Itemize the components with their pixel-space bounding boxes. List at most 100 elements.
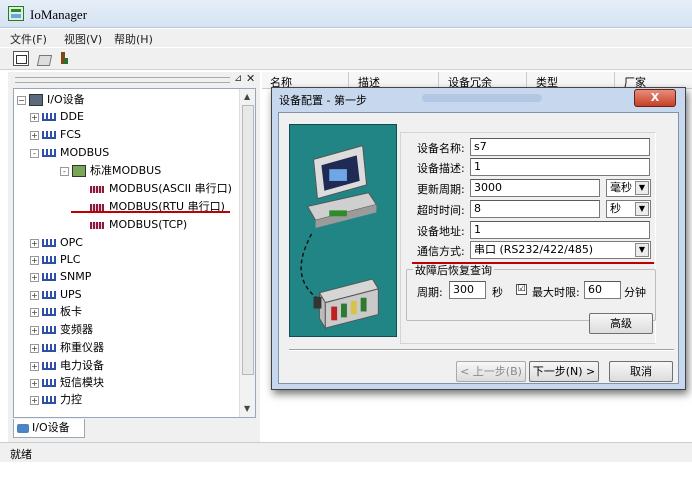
tree-item[interactable]: + DDE (30, 109, 84, 125)
dropdown-arrow-icon[interactable]: ▼ (635, 202, 649, 216)
comm-mode-select[interactable]: 串口 (RS232/422/485) ▼ (470, 241, 651, 259)
copy-icon[interactable] (36, 51, 52, 66)
device-group-icon (42, 379, 56, 387)
device-address-label: 设备地址: (417, 225, 465, 238)
cycle-field[interactable]: 300 (449, 281, 486, 299)
expand-icon[interactable]: + (30, 255, 39, 265)
device-address-field[interactable]: 1 (470, 221, 650, 239)
recovery-group-label: 故障后恢复查询 (413, 262, 494, 278)
tree-item[interactable]: - 标准MODBUS (60, 163, 161, 179)
expand-icon[interactable]: + (30, 112, 39, 122)
max-limit-checkbox[interactable]: ☑ (516, 284, 527, 295)
dropdown-arrow-icon[interactable]: ▼ (635, 181, 649, 195)
collapse-icon[interactable]: - (60, 166, 69, 176)
tree-item[interactable]: + PLC (30, 252, 80, 268)
collapse-icon[interactable]: − (17, 95, 26, 105)
dialog-body: 设备名称: s7 设备描述: 1 更新周期: 3000 毫秒 ▼ 超时时间: 8… (278, 112, 679, 384)
tree-item[interactable]: MODBUS(TCP) (90, 217, 187, 233)
status-bar: 就绪 (0, 442, 692, 462)
device-group-icon (42, 344, 56, 352)
tree-item[interactable]: + 力控 (30, 392, 82, 408)
device-group-icon (42, 256, 56, 264)
menu-file[interactable]: 文件(F) (10, 31, 47, 47)
device-group-icon (42, 149, 56, 157)
advanced-button[interactable]: 高级 (589, 313, 653, 334)
highlight-underline (71, 211, 230, 213)
modbus-group-icon (72, 165, 86, 177)
window-toggle-icon[interactable] (13, 51, 29, 66)
insert-icon[interactable] (56, 51, 72, 66)
device-group-icon (42, 273, 56, 281)
tree-root[interactable]: − I/O设备 (17, 92, 85, 108)
device-group-icon (42, 113, 56, 121)
expand-icon[interactable]: + (30, 343, 39, 353)
period-unit-select[interactable]: 毫秒 ▼ (606, 179, 651, 197)
dialog-close-button[interactable]: X (634, 89, 676, 107)
expand-icon[interactable]: + (30, 378, 39, 388)
tree-item[interactable]: MODBUS(ASCII 串行口) (90, 181, 232, 197)
device-group-icon (42, 239, 56, 247)
tree-item[interactable]: + FCS (30, 127, 81, 143)
driver-icon (90, 221, 104, 229)
expand-icon[interactable]: + (30, 307, 39, 317)
dialog-title-blur (422, 94, 542, 102)
panel-grip[interactable] (15, 77, 230, 83)
app-icon (8, 6, 24, 21)
tree-item[interactable]: + 短信模块 (30, 375, 104, 391)
tree-item[interactable]: + 电力设备 (30, 358, 104, 374)
app-title: IoManager (30, 7, 88, 22)
expand-icon[interactable]: + (30, 272, 39, 282)
cycle-label: 周期: (417, 286, 443, 299)
device-desc-field[interactable]: 1 (470, 158, 650, 176)
scroll-up-icon[interactable]: ▲ (244, 92, 250, 101)
device-config-dialog: 设备配置 - 第一步 X 设备名称: s7 设备描述: 1 更新周期: 3000… (271, 87, 686, 390)
collapse-icon[interactable]: - (30, 148, 39, 158)
device-name-field[interactable]: s7 (470, 138, 650, 156)
menu-view[interactable]: 视图(V) (64, 31, 102, 47)
comm-mode-label: 通信方式: (417, 245, 465, 258)
tree-item[interactable]: + UPS (30, 287, 82, 303)
dropdown-arrow-icon[interactable]: ▼ (635, 243, 649, 257)
dialog-title: 设备配置 - 第一步 (279, 94, 367, 107)
max-limit-label: 最大时限: (532, 286, 580, 299)
expand-icon[interactable]: + (30, 361, 39, 371)
pin-icon[interactable]: ⊿ (234, 73, 242, 84)
device-group-icon (42, 308, 56, 316)
tree-item[interactable]: - MODBUS (30, 145, 109, 161)
device-name-label: 设备名称: (417, 142, 465, 155)
expand-icon[interactable]: + (30, 238, 39, 248)
timeout-field[interactable]: 8 (470, 200, 600, 218)
tree-scrollbar[interactable]: ▲ ▼ (239, 89, 255, 417)
panel-close-icon[interactable]: ✕ (246, 72, 255, 85)
dialog-separator (289, 349, 674, 351)
tree-item[interactable]: + 变频器 (30, 322, 93, 338)
cancel-button[interactable]: 取消 (609, 361, 673, 382)
scroll-thumb[interactable] (242, 105, 254, 375)
scroll-down-icon[interactable]: ▼ (244, 404, 250, 413)
io-device-tab[interactable]: I/O设备 (13, 419, 85, 438)
expand-icon[interactable]: + (30, 130, 39, 140)
tree-item[interactable]: + 称重仪器 (30, 340, 104, 356)
menu-help[interactable]: 帮助(H) (114, 31, 153, 47)
driver-icon (90, 185, 104, 193)
device-desc-label: 设备描述: (417, 162, 465, 175)
io-tab-icon (17, 423, 29, 433)
max-limit-field[interactable]: 60 (584, 281, 621, 299)
expand-icon[interactable]: + (30, 395, 39, 405)
io-device-icon (29, 94, 43, 106)
expand-icon[interactable]: + (30, 290, 39, 300)
max-limit-unit-label: 分钟 (624, 286, 646, 299)
timeout-unit-select[interactable]: 秒 ▼ (606, 200, 651, 218)
computer-network-illustration (289, 124, 397, 337)
tree-item[interactable]: + SNMP (30, 269, 91, 285)
tree-item[interactable]: + 板卡 (30, 304, 82, 320)
next-button[interactable]: 下一步(N) > (529, 361, 599, 382)
device-group-icon (42, 362, 56, 370)
device-group-icon (42, 291, 56, 299)
tree-item[interactable]: + OPC (30, 235, 83, 251)
update-period-field[interactable]: 3000 (470, 179, 600, 197)
expand-icon[interactable]: + (30, 325, 39, 335)
comm-highlight-underline (412, 262, 654, 264)
prev-button[interactable]: < 上一步(B) (456, 361, 526, 382)
timeout-label: 超时时间: (417, 204, 465, 217)
